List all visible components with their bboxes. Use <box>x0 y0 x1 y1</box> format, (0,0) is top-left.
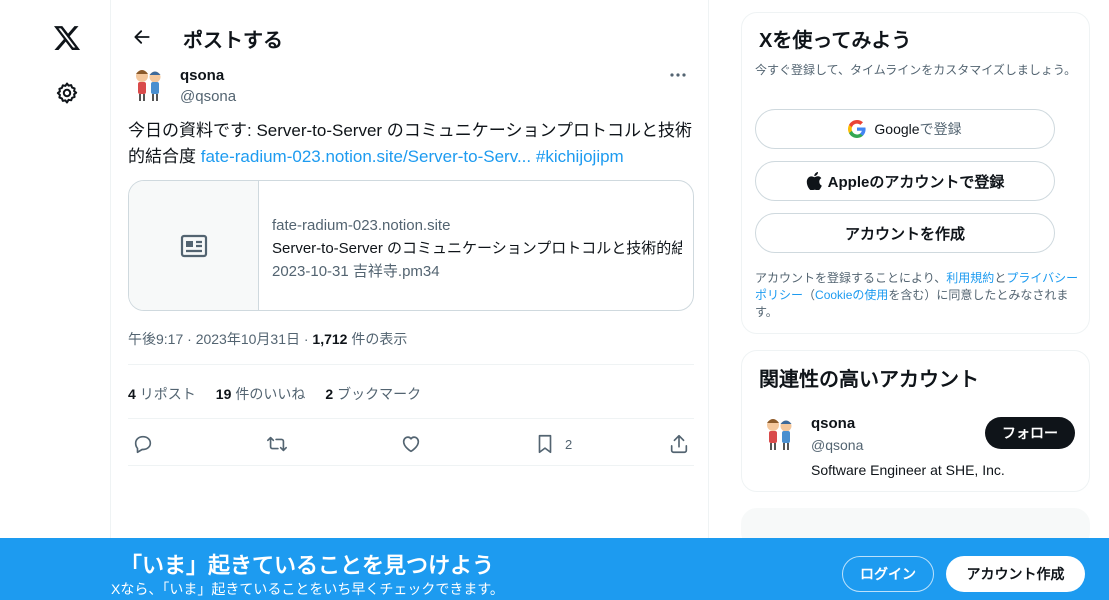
card-title: Server-to-Server のコミュニケーションプロトコルと技術的結 <box>272 240 682 257</box>
reposts-count: 4 <box>128 386 136 402</box>
bookmark-icon[interactable]: 2 <box>534 430 572 458</box>
like-icon[interactable] <box>400 430 422 458</box>
views-label: 件の表示 <box>347 331 408 347</box>
login-button[interactable]: ログイン <box>842 556 934 592</box>
follow-button[interactable]: フォロー <box>985 417 1075 449</box>
create-account-button[interactable]: アカウントを作成 <box>755 213 1055 253</box>
related-account-handle[interactable]: @qsona <box>811 437 863 453</box>
divider <box>128 418 694 419</box>
main-column: ポストする qsona @qsona 今日の資料です: Server-to-Se… <box>111 0 709 600</box>
signup-title: Xを使ってみよう <box>759 30 912 52</box>
post-meta: 午後9:17 · 2023年10月31日 · 1,712 件の表示 <box>128 329 407 349</box>
reposts-label: リポスト <box>139 386 196 402</box>
author-name[interactable]: qsona <box>180 67 224 84</box>
gear-icon[interactable] <box>51 77 83 109</box>
repost-icon[interactable] <box>266 430 288 458</box>
signup-banner: 「いま」起きていることを見つけよう Xなら、「いま」起きていることをいち早くチェ… <box>0 538 1109 600</box>
divider <box>128 465 694 466</box>
share-icon[interactable] <box>668 430 690 458</box>
post-actions: 2 <box>128 424 694 464</box>
cookie-policy-link[interactable]: Cookieの使用 <box>815 288 888 302</box>
right-sidebar: Xを使ってみよう 今すぐ登録して、タイムラインをカスタマイズしましょう。 Goo… <box>741 0 1091 600</box>
signup-subtitle: 今すぐ登録して、タイムラインをカスタマイズしましょう。 <box>755 63 1077 77</box>
related-accounts-panel: 関連性の高いアカウント qsona @qsona Software Engine… <box>741 350 1090 492</box>
reposts-stat[interactable]: 4 リポスト <box>128 384 196 404</box>
bookmarks-stat[interactable]: 2 ブックマーク <box>325 384 421 404</box>
related-title: 関連性の高いアカウント <box>759 369 979 391</box>
create-account-label: アカウントを作成 <box>844 225 965 243</box>
google-signup-button[interactable]: Google で登録 <box>755 109 1055 149</box>
divider <box>128 364 694 365</box>
card-body: fate-radium-023.notion.site Server-to-Se… <box>272 214 682 283</box>
likes-stat[interactable]: 19 件のいいね <box>216 384 306 404</box>
page-header: ポストする <box>111 0 709 72</box>
reply-icon[interactable] <box>132 430 154 458</box>
banner-subtitle: Xなら、「いま」起きていることをいち早くチェックできます。 <box>111 581 504 597</box>
post-link[interactable]: fate-radium-023.notion.site/Server-to-Se… <box>201 147 531 166</box>
apple-signup-label: Appleのアカウントで登録 <box>827 173 1005 191</box>
page-title: ポストする <box>183 30 283 52</box>
likes-label: 件のいいね <box>235 386 306 402</box>
likes-count: 19 <box>215 386 232 402</box>
post-text: 今日の資料です: Server-to-Server のコミュニケーションプロトコ… <box>128 118 698 170</box>
google-signup-label: Google <box>874 121 920 137</box>
post-author: qsona @qsona <box>128 64 694 110</box>
post-stats: 4 リポスト 19 件のいいね 2 ブックマーク <box>128 384 441 404</box>
post-hashtag[interactable]: #kichijojipm <box>536 147 624 166</box>
google-icon <box>848 120 867 138</box>
views-count: 1,712 <box>312 331 348 347</box>
bookmarks-count: 2 <box>325 386 334 402</box>
apple-icon <box>806 172 822 190</box>
avatar[interactable] <box>759 413 799 453</box>
terms-text: アカウントを登録することにより、利用規約とプライバシーポリシー（Cookieの使… <box>755 270 1085 321</box>
apple-signup-button[interactable]: Appleのアカウントで登録 <box>755 161 1055 201</box>
signup-panel: Xを使ってみよう 今すぐ登録して、タイムラインをカスタマイズしましょう。 Goo… <box>741 12 1090 334</box>
terms-part: と <box>994 271 1007 285</box>
x-logo-icon[interactable] <box>51 22 83 54</box>
card-description: 2023-10-31 吉祥寺.pm34 <box>272 263 440 280</box>
author-handle[interactable]: @qsona <box>180 88 236 105</box>
banner-create-account-button[interactable]: アカウント作成 <box>946 556 1085 592</box>
terms-of-service-link[interactable]: 利用規約 <box>946 271 994 285</box>
related-account-name[interactable]: qsona <box>811 415 855 432</box>
bookmarks-label: ブックマーク <box>337 386 422 402</box>
card-domain: fate-radium-023.notion.site <box>272 217 451 234</box>
article-icon <box>129 181 259 310</box>
banner-title: 「いま」起きていることを見つけよう <box>120 553 495 578</box>
link-preview-card[interactable]: fate-radium-023.notion.site Server-to-Se… <box>128 180 694 311</box>
related-account-bio: Software Engineer at SHE, Inc. <box>811 462 1005 478</box>
bookmark-count: 2 <box>565 436 573 452</box>
arrow-left-icon[interactable] <box>125 20 159 54</box>
left-navigation <box>0 0 111 600</box>
avatar[interactable] <box>128 64 168 104</box>
more-options-icon[interactable] <box>662 64 694 86</box>
terms-part: （ <box>803 288 816 302</box>
post-timestamp[interactable]: 午後9:17 · 2023年10月31日 · <box>128 331 312 347</box>
google-signup-sub: で登録 <box>919 121 962 137</box>
terms-part: アカウントを登録することにより、 <box>755 271 947 285</box>
